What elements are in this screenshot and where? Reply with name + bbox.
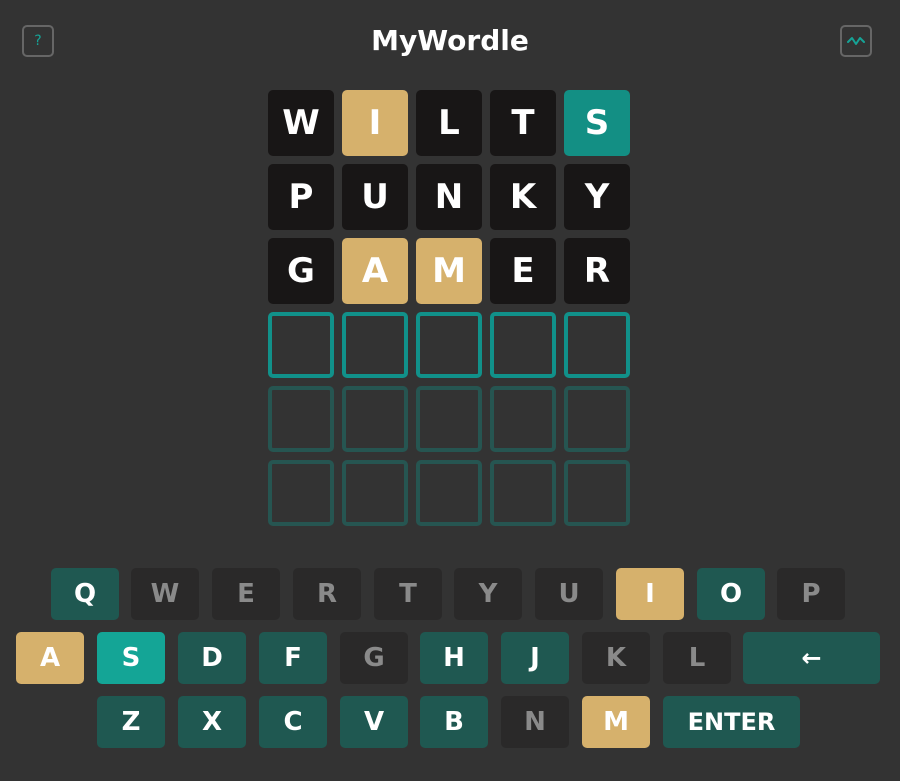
board-tile: M xyxy=(416,238,482,304)
key-i[interactable]: I xyxy=(616,568,684,620)
key-w[interactable]: W xyxy=(131,568,199,620)
key-f[interactable]: F xyxy=(259,632,327,684)
board-tile: K xyxy=(490,164,556,230)
key-v[interactable]: V xyxy=(340,696,408,748)
key-l[interactable]: L xyxy=(663,632,731,684)
board-tile: L xyxy=(416,90,482,156)
key-s[interactable]: S xyxy=(97,632,165,684)
board-tile xyxy=(564,386,630,452)
key-o[interactable]: O xyxy=(697,568,765,620)
board-tile xyxy=(564,460,630,526)
key-b[interactable]: B xyxy=(420,696,488,748)
stats-button[interactable] xyxy=(840,25,872,57)
key-h[interactable]: H xyxy=(420,632,488,684)
board-tile: W xyxy=(268,90,334,156)
board-tile: G xyxy=(268,238,334,304)
key-e[interactable]: E xyxy=(212,568,280,620)
app-title: MyWordle xyxy=(371,24,529,57)
board-tile xyxy=(268,312,334,378)
key-r[interactable]: R xyxy=(293,568,361,620)
board-tile: Y xyxy=(564,164,630,230)
stats-icon xyxy=(847,37,865,45)
board-tile: T xyxy=(490,90,556,156)
key-t[interactable]: T xyxy=(374,568,442,620)
board-tile: P xyxy=(268,164,334,230)
key-q[interactable]: Q xyxy=(51,568,119,620)
board-tile xyxy=(490,386,556,452)
key-n[interactable]: N xyxy=(501,696,569,748)
key-g[interactable]: G xyxy=(340,632,408,684)
board-tile: N xyxy=(416,164,482,230)
board-tile xyxy=(416,312,482,378)
key-y[interactable]: Y xyxy=(454,568,522,620)
board-tile xyxy=(268,386,334,452)
board-tile xyxy=(490,460,556,526)
board-tile: A xyxy=(342,238,408,304)
key-c[interactable]: C xyxy=(259,696,327,748)
board-tile xyxy=(342,460,408,526)
board-tile: U xyxy=(342,164,408,230)
key-p[interactable]: P xyxy=(777,568,845,620)
key-z[interactable]: Z xyxy=(97,696,165,748)
board-tile: R xyxy=(564,238,630,304)
game-board: WILTS PUNKY GAMER xyxy=(268,90,630,526)
key-j[interactable]: J xyxy=(501,632,569,684)
board-tile xyxy=(342,386,408,452)
key-u[interactable]: U xyxy=(535,568,603,620)
key-k[interactable]: K xyxy=(582,632,650,684)
key-d[interactable]: D xyxy=(178,632,246,684)
key-a[interactable]: A xyxy=(16,632,84,684)
key-enter[interactable]: ENTER xyxy=(663,696,800,748)
board-tile xyxy=(490,312,556,378)
board-tile xyxy=(342,312,408,378)
board-tile: S xyxy=(564,90,630,156)
board-tile xyxy=(564,312,630,378)
board-tile: E xyxy=(490,238,556,304)
key-m[interactable]: M xyxy=(582,696,650,748)
board-tile xyxy=(268,460,334,526)
key-backspace[interactable]: ← xyxy=(743,632,880,684)
board-tile xyxy=(416,386,482,452)
key-x[interactable]: X xyxy=(178,696,246,748)
board-tile: I xyxy=(342,90,408,156)
board-tile xyxy=(416,460,482,526)
